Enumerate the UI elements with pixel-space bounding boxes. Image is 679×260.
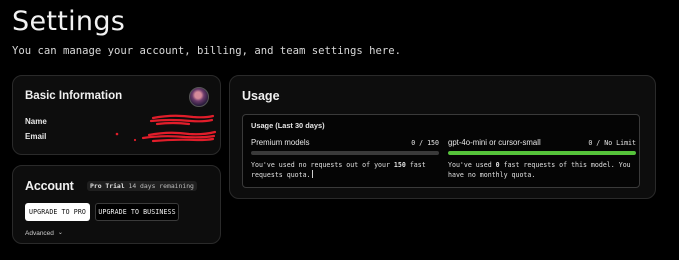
usage-panel: Usage (Last 30 days) Premium models 0 / … <box>242 114 640 188</box>
quota-note-prefix: You've used <box>448 161 496 169</box>
trial-badge: Pro Trial 14 days remaining <box>87 181 197 191</box>
redaction-scribble <box>115 114 217 143</box>
quota-note: You've used 0 fast requests of this mode… <box>448 160 648 180</box>
quota-progress-bar <box>251 151 439 155</box>
quota-note-prefix: You've used no requests out of your <box>251 161 394 169</box>
upgrade-to-business-button[interactable]: UPGRADE TO BUSINESS <box>95 203 179 221</box>
upgrade-to-pro-button[interactable]: UPGRADE TO PRO <box>25 203 90 221</box>
account-card: Account Pro Trial 14 days remaining UPGR… <box>12 165 221 244</box>
quota-count: 0 / No Limit <box>588 139 636 147</box>
advanced-toggle[interactable]: Advanced ⌄ <box>25 230 63 237</box>
quota-name: gpt-4o-mini or cursor-small <box>448 138 541 147</box>
chevron-down-icon: ⌄ <box>57 230 63 236</box>
avatar[interactable] <box>189 87 209 107</box>
page-subtitle: You can manage your account, billing, an… <box>12 45 402 57</box>
quota-name: Premium models <box>251 138 310 147</box>
quota-progress-bar <box>448 151 636 155</box>
advanced-label: Advanced <box>25 230 54 237</box>
quota-progress-fill <box>448 151 636 155</box>
trial-remaining-text: 14 days remaining <box>128 182 194 190</box>
name-label: Name <box>25 117 47 126</box>
text-cursor <box>311 170 313 178</box>
plan-badge-text: Pro Trial <box>90 182 125 190</box>
quota-note-strong: 150 <box>393 161 406 169</box>
basic-information-title: Basic Information <box>25 90 123 102</box>
quota-note: You've used no requests out of your 150 … <box>251 160 451 180</box>
usage-card: Usage Usage (Last 30 days) Premium model… <box>229 75 656 199</box>
quota-count: 0 / 150 <box>411 139 439 147</box>
page-title: Settings <box>12 6 126 37</box>
basic-information-card: Basic Information Name Email <box>12 75 221 155</box>
usage-period-label: Usage (Last 30 days) <box>251 121 325 130</box>
email-label: Email <box>25 132 47 141</box>
usage-title: Usage <box>242 89 280 103</box>
account-title: Account <box>25 179 74 193</box>
